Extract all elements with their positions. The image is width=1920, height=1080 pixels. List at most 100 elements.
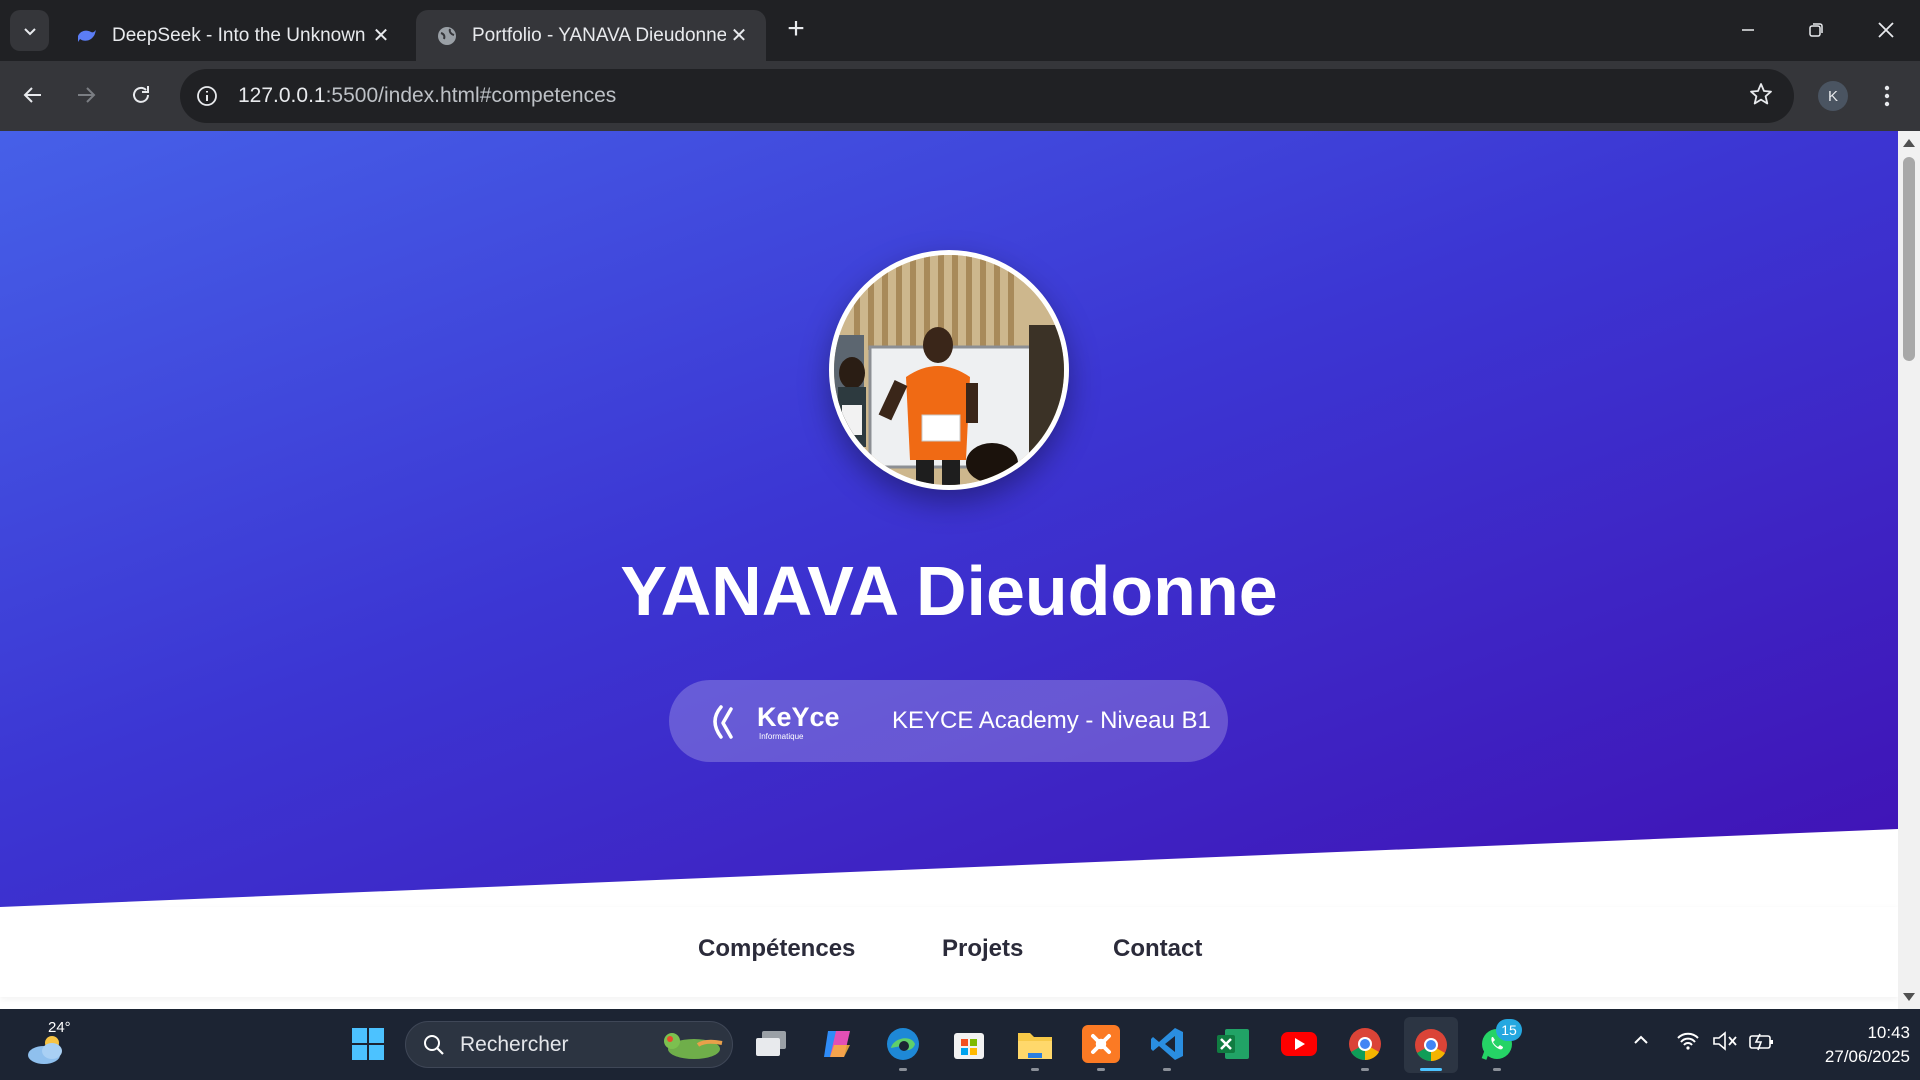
globe-icon — [438, 26, 456, 45]
page-viewport: YANAVA Dieudonne KeYce Informatique KEYC… — [0, 131, 1898, 1009]
windows-taskbar: 24° Rechercher 15 10:43 27/06/2025 — [0, 1009, 1920, 1080]
browser-toolbar: 127.0.0.1:5500/index.html#competences K — [0, 61, 1920, 131]
vscode-running-indicator — [1163, 1068, 1171, 1071]
logo-wordmark: KeYce — [757, 702, 840, 732]
close-window-button[interactable] — [1856, 8, 1916, 52]
nav-link-projets[interactable]: Projets — [942, 935, 1023, 963]
vscode-button[interactable] — [1148, 1025, 1186, 1063]
chrome-active-indicator — [1420, 1068, 1442, 1071]
close-icon — [1878, 22, 1894, 38]
forward-button[interactable] — [66, 75, 106, 115]
chrome-running-indicator — [1361, 1068, 1369, 1071]
scroll-up-arrow-icon[interactable] — [1903, 139, 1915, 147]
site-info-icon[interactable] — [192, 81, 222, 111]
tab-title: DeepSeek - Into the Unknown — [112, 24, 366, 46]
nav-link-contact[interactable]: Contact — [1113, 935, 1202, 963]
tab-title: Portfolio - YANAVA Dieudonne — [472, 24, 726, 46]
search-placeholder: Rechercher — [460, 1032, 569, 1056]
edge-running-indicator — [899, 1068, 907, 1071]
scrollbar-thumb[interactable] — [1903, 157, 1915, 361]
back-button[interactable] — [13, 75, 53, 115]
clock-date: 27/06/2025 — [1824, 1047, 1910, 1066]
copilot-button[interactable] — [818, 1025, 856, 1063]
clock-time: 10:43 — [1867, 1023, 1910, 1042]
hero-section — [0, 131, 1898, 907]
edge-button[interactable] — [884, 1025, 922, 1063]
whatsapp-running-indicator — [1493, 1068, 1501, 1071]
chrome-icon — [1349, 1028, 1381, 1061]
taskbar-search[interactable]: Rechercher — [405, 1021, 733, 1068]
temperature-text: 24° — [48, 1019, 71, 1036]
minimize-button[interactable] — [1718, 8, 1778, 52]
badge-label: KEYCE Academy - Niveau B1 — [892, 707, 1211, 734]
nav-link-competences[interactable]: Compétences — [698, 935, 855, 963]
arrow-right-icon — [78, 87, 96, 103]
arrow-left-icon — [23, 87, 41, 103]
reload-icon — [133, 86, 149, 103]
chrome-profile-icon — [1415, 1029, 1447, 1062]
address-bar[interactable]: 127.0.0.1:5500/index.html#competences — [180, 69, 1794, 123]
xampp-running-indicator — [1097, 1068, 1105, 1071]
volume-status[interactable] — [1712, 1031, 1738, 1057]
school-badge: KeYce Informatique KEYCE Academy - Nivea… — [669, 680, 1228, 762]
section-nav: Compétences Projets Contact — [0, 907, 1898, 997]
close-tab-icon[interactable]: ✕ — [726, 23, 752, 49]
store-icon — [954, 1033, 984, 1059]
bookmark-star-icon[interactable] — [1748, 81, 1774, 112]
volume-muted-icon — [1713, 1031, 1737, 1051]
battery-status[interactable] — [1748, 1031, 1774, 1057]
minimize-icon — [1742, 29, 1754, 31]
explorer-running-indicator — [1031, 1068, 1039, 1071]
keyce-logo: KeYce Informatique — [713, 702, 840, 741]
url-path: :5500/index.html#competences — [325, 84, 617, 107]
hero-name: YANAVA Dieudonne — [620, 552, 1278, 630]
chevron-down-icon — [23, 27, 36, 35]
windows-logo-icon — [352, 1028, 384, 1060]
profile-photo-image — [834, 255, 1064, 485]
frog-illustration-icon — [664, 1032, 723, 1059]
close-tab-icon[interactable]: ✕ — [368, 23, 394, 49]
chrome-profile-k-button[interactable] — [1404, 1017, 1458, 1073]
xampp-icon — [1091, 1034, 1111, 1054]
logo-subtitle: Informatique — [759, 732, 804, 741]
tab-deepseek[interactable]: DeepSeek - Into the Unknown ✕ — [56, 10, 408, 61]
url-host: 127.0.0.1 — [238, 84, 326, 107]
more-menu-icon[interactable] — [1872, 79, 1902, 113]
deepseek-whale-icon — [78, 29, 96, 42]
profile-avatar[interactable]: K — [1818, 81, 1848, 111]
profile-photo — [829, 250, 1069, 490]
task-view-button[interactable] — [752, 1025, 790, 1063]
tab-search-button[interactable] — [10, 10, 49, 51]
excel-icon — [1217, 1029, 1249, 1059]
wifi-status[interactable] — [1676, 1031, 1700, 1057]
edge-icon — [887, 1028, 919, 1060]
excel-button[interactable] — [1214, 1025, 1252, 1063]
new-tab-button[interactable]: + — [780, 14, 812, 46]
youtube-button[interactable] — [1280, 1025, 1318, 1063]
battery-charging-icon — [1749, 1033, 1773, 1051]
wifi-icon — [1677, 1032, 1699, 1050]
xampp-button[interactable] — [1082, 1025, 1120, 1063]
restore-icon — [1809, 23, 1823, 37]
scroll-down-arrow-icon[interactable] — [1903, 993, 1915, 1001]
task-view-icon — [756, 1031, 786, 1056]
copilot-icon — [824, 1031, 850, 1057]
folder-icon — [1018, 1033, 1052, 1059]
chrome-button[interactable] — [1346, 1025, 1384, 1063]
url-text[interactable]: 127.0.0.1:5500/index.html#competences — [238, 84, 616, 108]
reload-button[interactable] — [121, 75, 161, 115]
restore-button[interactable] — [1786, 8, 1846, 52]
tab-portfolio[interactable]: Portfolio - YANAVA Dieudonne ✕ — [416, 10, 766, 61]
chevron-up-icon — [1634, 1035, 1648, 1044]
tab-strip: DeepSeek - Into the Unknown ✕ Portfolio … — [0, 0, 1920, 61]
youtube-icon — [1281, 1032, 1317, 1056]
whatsapp-notification-badge: 15 — [1496, 1019, 1522, 1041]
system-clock[interactable]: 10:43 27/06/2025 — [1790, 1021, 1910, 1069]
start-button[interactable] — [349, 1025, 387, 1063]
store-button[interactable] — [950, 1025, 988, 1063]
file-explorer-button[interactable] — [1016, 1025, 1054, 1063]
page-scrollbar[interactable] — [1898, 131, 1920, 1009]
vscode-icon — [1151, 1028, 1183, 1060]
search-icon — [424, 1034, 444, 1055]
show-hidden-icons-button[interactable] — [1632, 1031, 1650, 1055]
